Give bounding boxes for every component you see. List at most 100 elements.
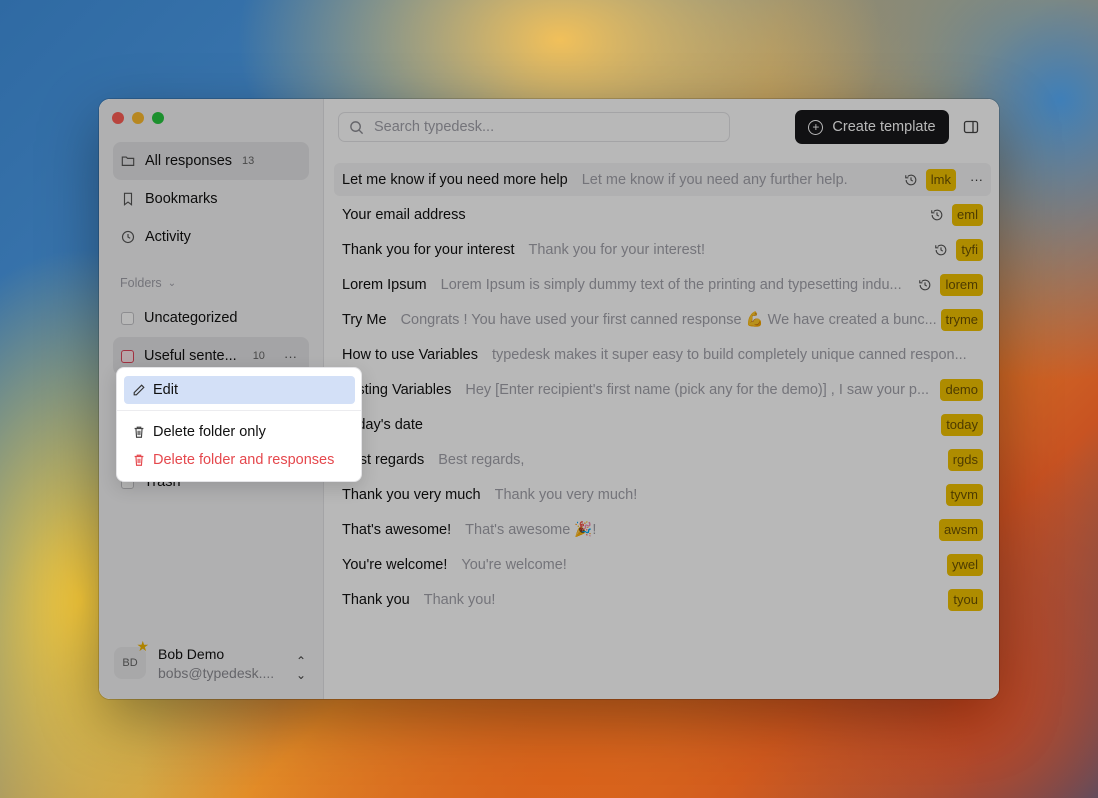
search-input[interactable]: Search typedesk... [338, 112, 730, 142]
window-controls [112, 112, 164, 124]
menu-delete-folder-and-responses[interactable]: Delete folder and responses [124, 446, 355, 474]
shortcut-badge: demo [940, 378, 983, 401]
response-meta: eml [918, 203, 991, 226]
row-more-button[interactable]: ··· [970, 172, 983, 187]
nav-all-responses-count: 13 [242, 155, 255, 167]
response-row[interactable]: Thank you very much Thank you very much! t… [334, 478, 991, 511]
response-preview: That's awesome 🎉! [465, 522, 597, 538]
shortcut-badge: tyou [948, 588, 983, 611]
nav-all-responses[interactable]: All responses 13 [113, 142, 309, 180]
response-preview: Thank you very much! [494, 486, 638, 503]
response-row[interactable]: Let me know if you need more help Let me … [334, 163, 991, 196]
response-title: That's awesome! [342, 521, 452, 538]
history-icon [934, 243, 948, 257]
panel-toggle-icon[interactable] [963, 119, 979, 135]
response-meta: tyfi [922, 238, 991, 261]
response-row[interactable]: How to use Variables typedesk makes it su… [334, 338, 991, 371]
chevron-down-icon: ⌄ [167, 277, 177, 289]
folder-useful-sentences-label: Useful sente... [144, 348, 237, 364]
nav-all-responses-label: All responses [145, 153, 233, 169]
response-row[interactable]: Today's date today [334, 408, 991, 441]
response-row[interactable]: Your email address eml [334, 198, 991, 231]
folder-more-button[interactable]: ··· [284, 349, 297, 364]
trash-icon [134, 426, 144, 438]
bookmark-icon [121, 192, 135, 206]
response-row[interactable]: Thank you for your interest Thank you for… [334, 233, 991, 266]
response-row[interactable]: Try Me Congrats ! You have used your firs… [334, 303, 991, 336]
response-preview: Let me know if you need any further help… [581, 171, 848, 188]
folder-context-menu: Edit Delete folder only Delete folder an… [116, 367, 362, 482]
response-title: Your email address [342, 206, 466, 223]
shortcut-badge: rgds [947, 448, 983, 471]
response-row[interactable]: That's awesome! That's awesome 🎉! awsm [334, 513, 991, 546]
response-title: Thank you very much [342, 486, 481, 503]
menu-edit[interactable]: Edit [124, 376, 355, 404]
trash-icon [134, 454, 144, 466]
create-template-button[interactable]: + Create template [795, 110, 949, 144]
history-icon [918, 278, 932, 292]
folder-uncategorized[interactable]: Uncategorized [113, 299, 309, 337]
folders-section-toggle[interactable]: Folders ⌄ [120, 276, 176, 290]
profile-name: Bob Demo [158, 645, 225, 662]
shortcut-badge: tyvm [945, 483, 983, 506]
shortcut-badge: tyfi [956, 238, 983, 261]
menu-divider [117, 410, 361, 411]
response-preview: Lorem Ipsum is simply dummy text of the … [440, 276, 902, 293]
folder-color-swatch [121, 311, 134, 325]
folder-icon [121, 154, 135, 168]
folder-useful-sentences-count: 10 [252, 350, 265, 362]
response-row[interactable]: You're welcome! You're welcome! ywel [334, 548, 991, 581]
response-preview: Thank you! [423, 591, 496, 608]
folder-uncategorized-label: Uncategorized [144, 310, 238, 326]
plus-circle-icon: + [808, 119, 824, 135]
pencil-icon [133, 384, 145, 396]
response-preview: Congrats ! You have used your first cann… [400, 312, 937, 328]
avatar: BD ★ [114, 638, 149, 679]
history-icon [904, 173, 918, 187]
response-meta: tyou [948, 588, 991, 611]
zoom-window-button[interactable] [152, 112, 164, 124]
response-row[interactable]: Thank you Thank you! tyou [334, 583, 991, 616]
menu-delete-folder-only-label: Delete folder only [153, 424, 266, 440]
avatar-initials: BD [122, 657, 138, 669]
response-row[interactable]: Lorem Ipsum Lorem Ipsum is simply dummy t… [334, 268, 991, 301]
search-icon [350, 120, 364, 134]
create-template-label: Create template [832, 119, 936, 135]
response-title: Thank you for your interest [342, 241, 515, 258]
response-meta: lorem [906, 273, 991, 296]
close-window-button[interactable] [112, 112, 124, 124]
history-icon [930, 208, 944, 222]
response-row[interactable]: Testing Variables Hey [Enter recipient's … [334, 373, 991, 406]
menu-delete-all-label: Delete folder and responses [153, 452, 335, 468]
response-preview: Hey [Enter recipient's first name (pick … [465, 381, 930, 398]
shortcut-badge: tryme [940, 308, 983, 331]
nav-activity[interactable]: Activity [113, 218, 309, 256]
response-row[interactable]: Best regards Best regards, rgds [334, 443, 991, 476]
search-placeholder: Search typedesk... [374, 119, 495, 135]
response-meta: tryme [940, 308, 992, 331]
response-preview: Best regards, [438, 451, 525, 468]
response-preview: You're welcome! [461, 556, 567, 573]
shortcut-badge: awsm [939, 518, 983, 541]
menu-edit-label: Edit [153, 382, 178, 398]
minimize-window-button[interactable] [132, 112, 144, 124]
response-title: Let me know if you need more help [342, 171, 568, 188]
menu-delete-folder-only[interactable]: Delete folder only [124, 418, 355, 446]
response-title: You're welcome! [342, 556, 448, 573]
nav-bookmarks-label: Bookmarks [145, 191, 218, 207]
response-meta: demo [940, 378, 991, 401]
user-profile[interactable]: BD ★ Bob Demo bobs@typedesk.... ⌃ ⌄ [114, 638, 312, 686]
shortcut-badge: today [941, 413, 983, 436]
response-title: Thank you [342, 591, 410, 608]
clock-icon [121, 230, 135, 244]
response-title: Lorem Ipsum [342, 276, 427, 293]
folders-label: Folders [120, 276, 162, 290]
response-title: How to use Variables [342, 346, 478, 363]
response-meta: tyvm [945, 483, 991, 506]
response-preview: Thank you for your interest! [528, 241, 705, 258]
main-panel: Search typedesk... + Create template Let… [324, 99, 999, 699]
nav-bookmarks[interactable]: Bookmarks [113, 180, 309, 218]
folder-color-swatch [121, 349, 134, 363]
response-meta: lmk ··· [892, 168, 991, 191]
response-preview: typedesk makes it super easy to build co… [491, 346, 967, 363]
